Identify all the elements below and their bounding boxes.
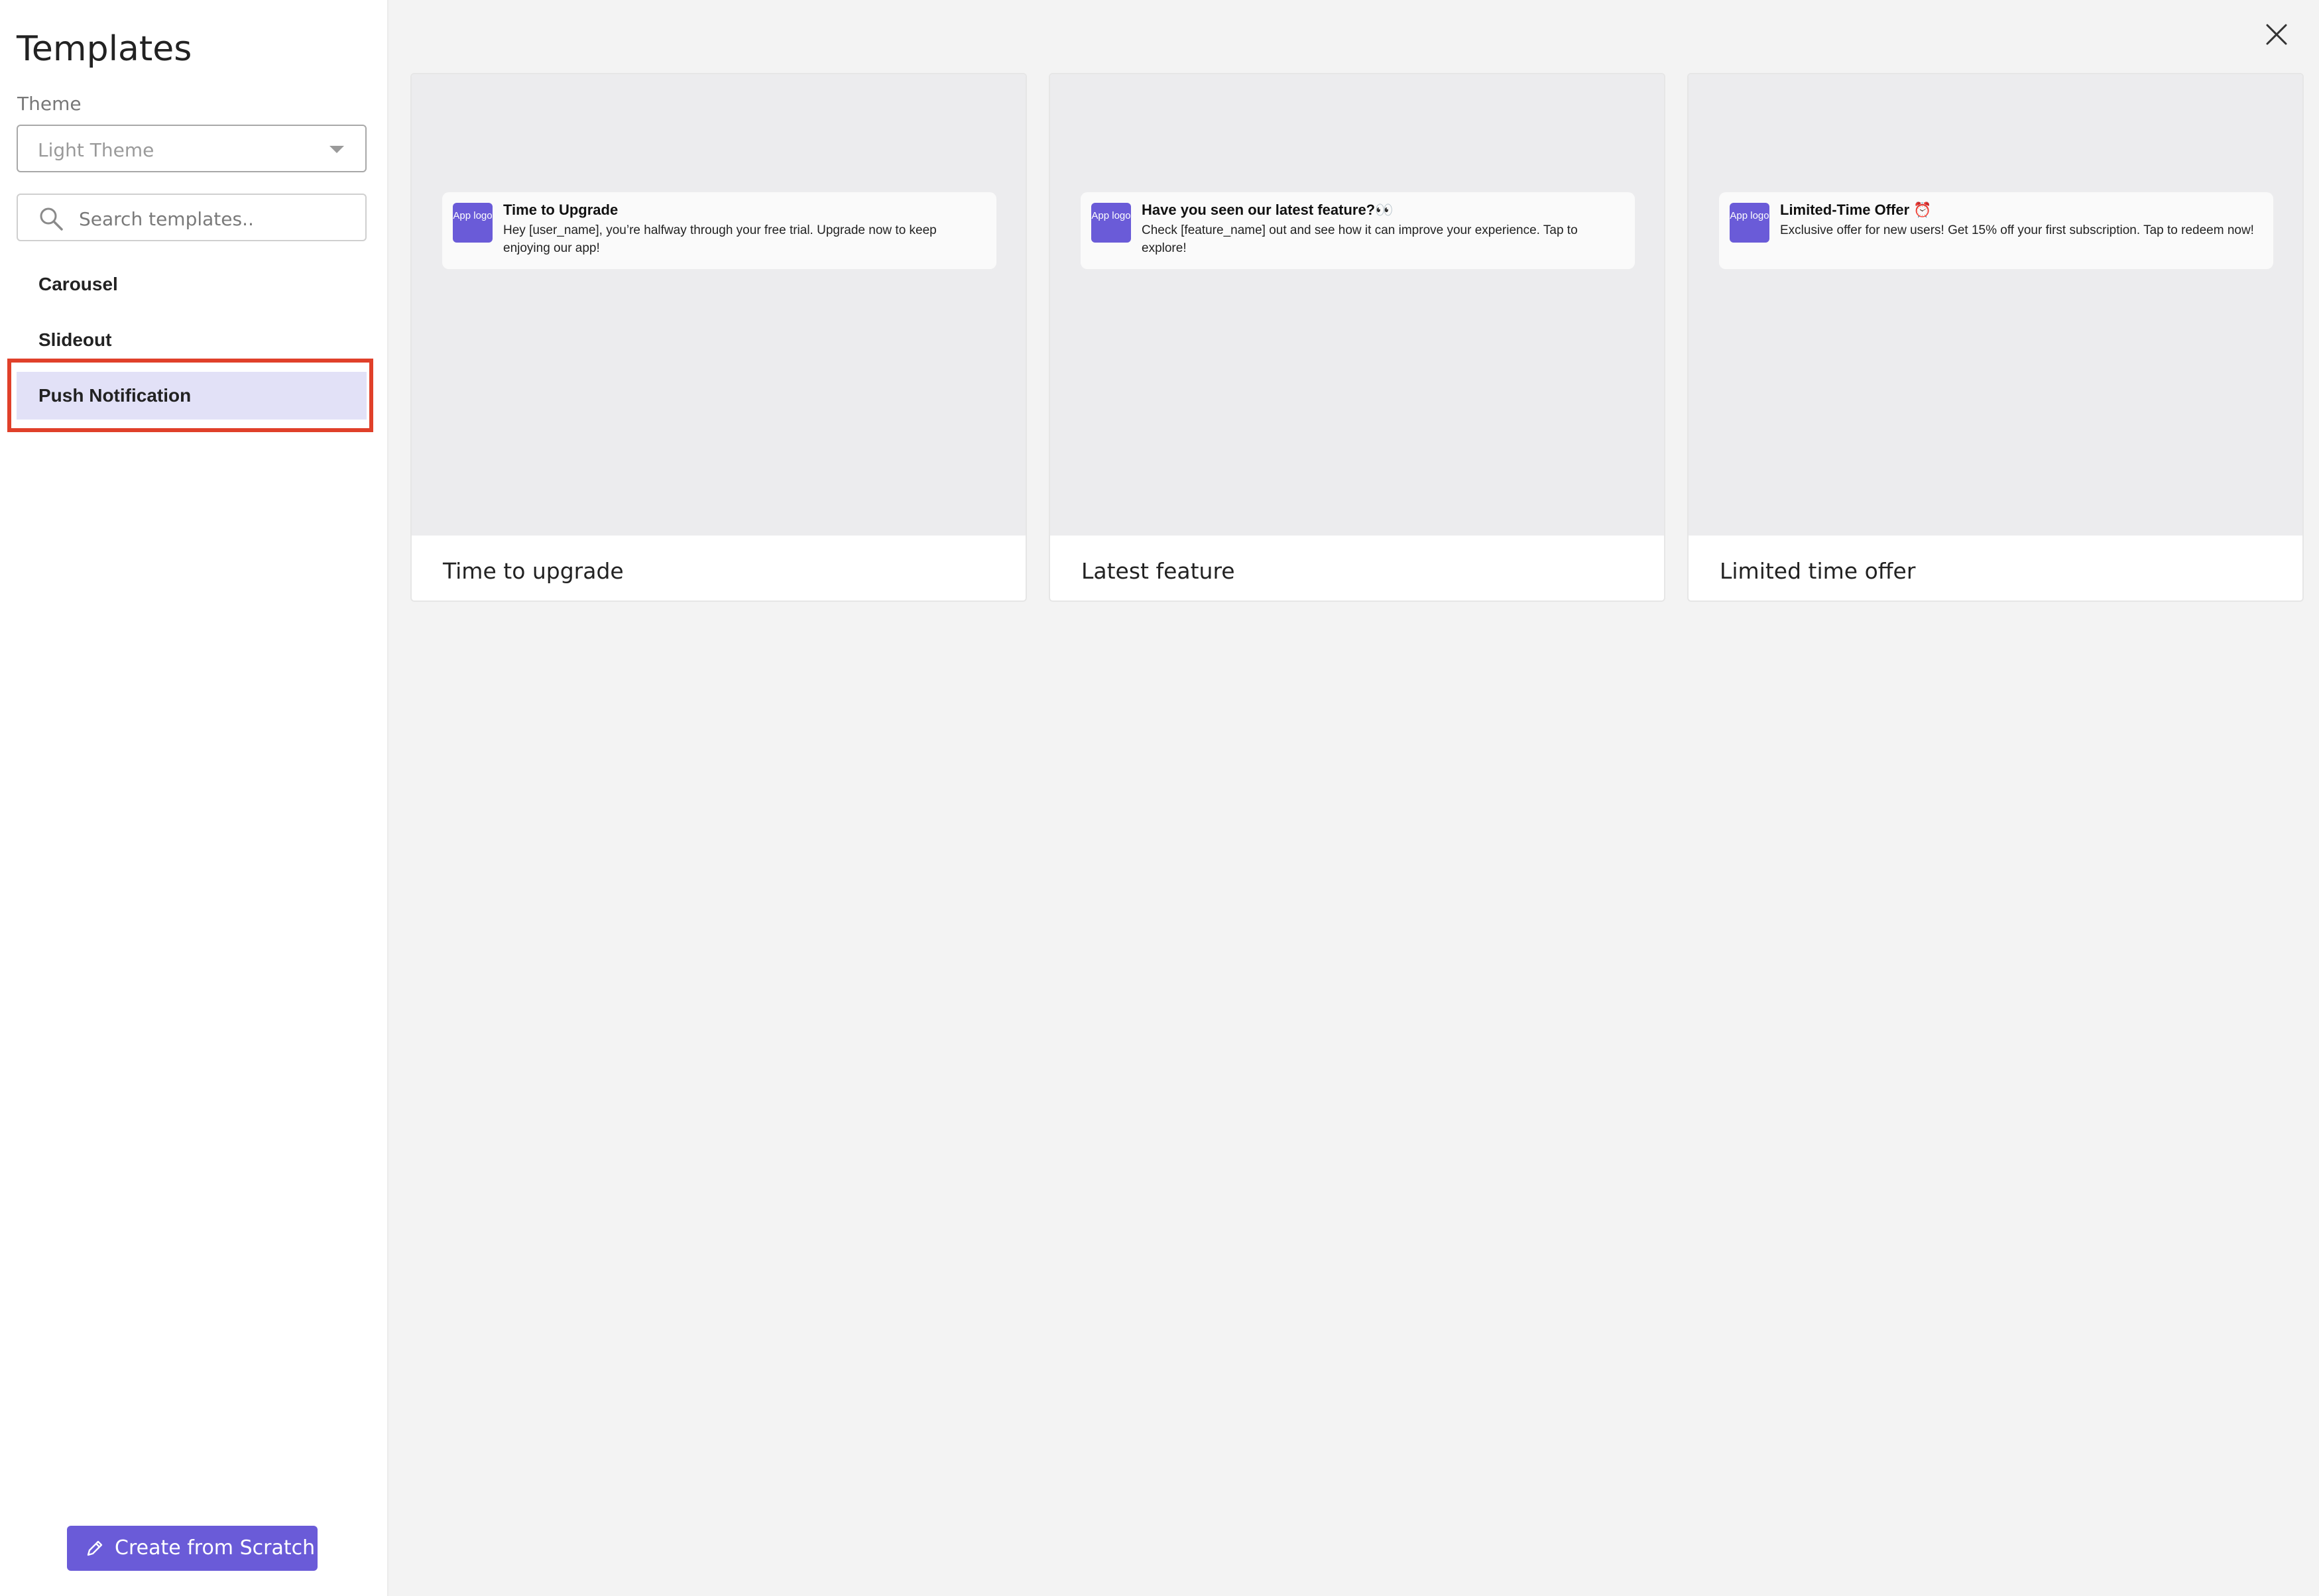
sidebar-item-carousel[interactable]: Carousel [17, 260, 367, 308]
notification-title: Limited-Time Offer ⏰ [1780, 201, 1932, 218]
template-preview: App logo Limited-Time Offer ⏰ Exclusive … [1689, 74, 2302, 536]
sidebar-item-label: Slideout [38, 329, 112, 350]
page-title: Templates [17, 29, 192, 69]
push-notification-preview: App logo Limited-Time Offer ⏰ Exclusive … [1719, 192, 2273, 269]
push-notification-preview: App logo Have you seen our latest featur… [1081, 192, 1635, 269]
notification-body: Exclusive offer for new users! Get 15% o… [1780, 223, 2254, 237]
chevron-down-icon [329, 146, 344, 153]
search-icon [40, 207, 63, 231]
app-logo: App logo [1091, 203, 1131, 243]
notification-title: Have you seen our latest feature?👀 [1142, 201, 1394, 218]
create-from-scratch-button[interactable]: Create from Scratch [67, 1526, 318, 1571]
notification-title: Time to Upgrade [503, 201, 619, 218]
search-placeholder: Search templates.. [79, 208, 254, 230]
template-caption: Latest feature [1081, 558, 1235, 584]
template-card[interactable]: App logo Time to Upgrade Hey [user_name]… [410, 73, 1027, 602]
search-input[interactable]: Search templates.. [17, 194, 367, 241]
selection-highlight [7, 359, 373, 432]
template-card[interactable]: App logo Have you seen our latest featur… [1049, 73, 1665, 602]
close-icon[interactable] [2263, 21, 2290, 48]
sidebar: Templates Theme Light Theme Search templ… [0, 0, 388, 1596]
pencil-icon [87, 1540, 103, 1556]
theme-dropdown-value: Light Theme [38, 139, 154, 161]
template-caption: Limited time offer [1720, 558, 1916, 584]
notification-body: Check [feature_name] out and see how it … [1142, 223, 1578, 255]
template-caption: Time to upgrade [443, 558, 624, 584]
sidebar-item-slideout[interactable]: Slideout [17, 316, 367, 364]
theme-dropdown[interactable]: Light Theme [17, 125, 367, 172]
sidebar-item-label: Carousel [38, 274, 118, 294]
create-button-label: Create from Scratch [115, 1536, 316, 1560]
push-notification-preview: App logo Time to Upgrade Hey [user_name]… [442, 192, 996, 269]
template-preview: App logo Time to Upgrade Hey [user_name]… [412, 74, 1026, 536]
app-logo: App logo [1730, 203, 1769, 243]
template-card[interactable]: App logo Limited-Time Offer ⏰ Exclusive … [1687, 73, 2304, 602]
app-logo: App logo [453, 203, 493, 243]
template-preview: App logo Have you seen our latest featur… [1050, 74, 1664, 536]
theme-label: Theme [17, 93, 82, 115]
notification-body: Hey [user_name], you’re halfway through … [503, 223, 937, 255]
